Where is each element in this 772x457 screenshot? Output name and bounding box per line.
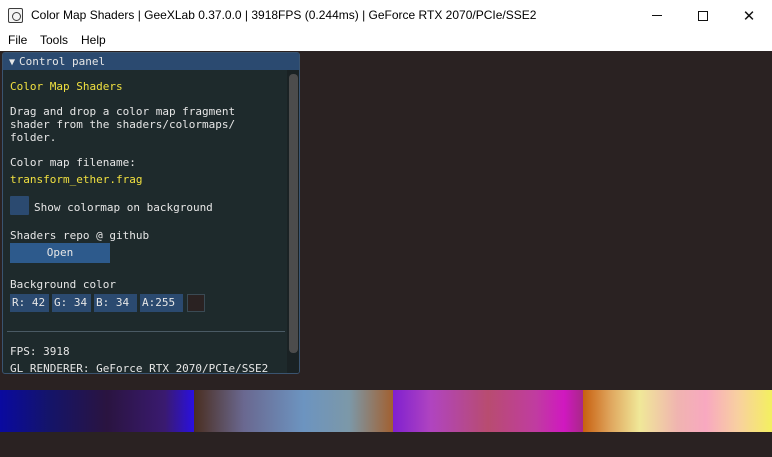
filename-label: Color map filename: bbox=[10, 156, 136, 169]
repo-label: Shaders repo @ github bbox=[10, 229, 150, 242]
maximize-button[interactable] bbox=[680, 0, 726, 31]
renderer-readout: GL_RENDERER: GeForce RTX 2070/PCIe/SSE2 bbox=[10, 362, 269, 374]
description-line: shader from the shaders/colormaps/ bbox=[10, 118, 236, 131]
title-bar: Color Map Shaders | GeeXLab 0.37.0.0 | 3… bbox=[0, 0, 772, 31]
description-line: Drag and drop a color map fragment bbox=[10, 105, 236, 118]
bg-red-field[interactable]: R: 42 bbox=[10, 294, 49, 312]
window-title: Color Map Shaders | GeeXLab 0.37.0.0 | 3… bbox=[31, 8, 537, 22]
show-colormap-label[interactable]: Show colormap on background bbox=[34, 201, 213, 214]
menu-help[interactable]: Help bbox=[81, 33, 106, 47]
colormap-strip bbox=[0, 390, 772, 432]
minimize-button[interactable] bbox=[634, 0, 680, 31]
close-button[interactable]: ✕ bbox=[726, 0, 772, 31]
colormap-segment bbox=[194, 390, 393, 432]
panel-scrollbar-thumb[interactable] bbox=[289, 74, 298, 353]
bg-green-field[interactable]: G: 34 bbox=[52, 294, 91, 312]
collapse-triangle-icon[interactable]: ▼ bbox=[9, 54, 15, 71]
menu-tools[interactable]: Tools bbox=[40, 33, 68, 47]
open-repo-button[interactable]: Open bbox=[10, 243, 110, 263]
colormap-segment bbox=[0, 390, 194, 432]
colormap-segment bbox=[393, 390, 583, 432]
menu-file[interactable]: File bbox=[8, 33, 27, 47]
maximize-icon bbox=[698, 10, 708, 21]
filename-value: transform_ether.frag bbox=[10, 173, 143, 186]
bg-alpha-field[interactable]: A:255 bbox=[140, 294, 183, 312]
bg-color-swatch[interactable] bbox=[187, 294, 205, 312]
control-panel: ▼ Control panel Color Map Shaders Drag an… bbox=[2, 52, 300, 374]
bg-blue-field[interactable]: B: 34 bbox=[94, 294, 137, 312]
panel-divider bbox=[7, 331, 285, 332]
fps-readout: FPS: 3918 bbox=[10, 345, 70, 358]
geexlab-icon bbox=[8, 8, 23, 23]
minimize-icon bbox=[652, 15, 662, 16]
show-colormap-checkbox[interactable] bbox=[10, 196, 29, 215]
background-color-label: Background color bbox=[10, 278, 116, 291]
panel-heading: Color Map Shaders bbox=[10, 80, 123, 93]
control-panel-title: Control panel bbox=[19, 55, 106, 68]
control-panel-header[interactable]: ▼ Control panel bbox=[3, 53, 299, 70]
menu-bar: File Tools Help bbox=[0, 31, 772, 51]
description-line: folder. bbox=[10, 131, 57, 144]
close-icon: ✕ bbox=[742, 7, 756, 25]
colormap-segment bbox=[583, 390, 772, 432]
